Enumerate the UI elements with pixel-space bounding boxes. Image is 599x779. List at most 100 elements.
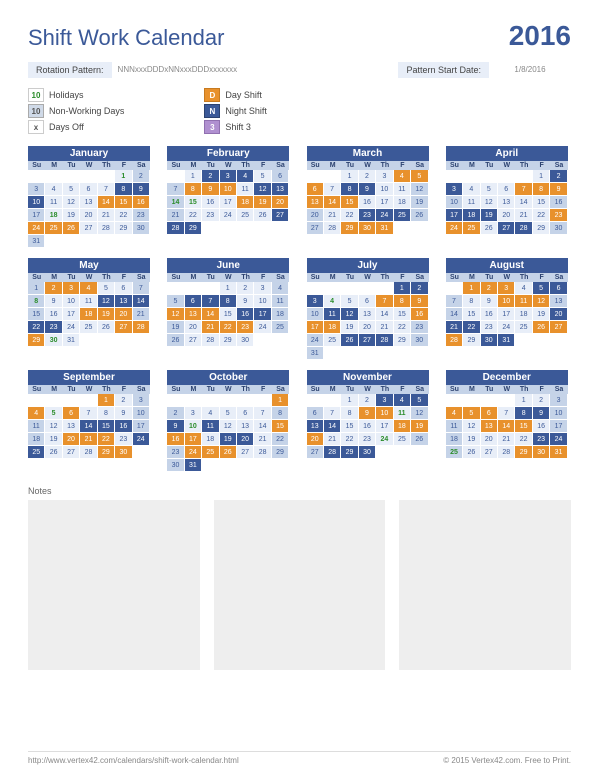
days-grid: 1234567891011121314151617181920212223242… (28, 282, 150, 347)
day-cell: 5 (341, 295, 358, 308)
day-cell: 4 (515, 282, 532, 295)
day-cell: 1 (515, 394, 532, 407)
day-cell: 13 (481, 420, 498, 433)
day-cell: 1 (28, 282, 45, 295)
day-empty (45, 170, 62, 183)
day-cell: 18 (202, 433, 219, 446)
footer-url: http://www.vertex42.com/calendars/shift-… (28, 756, 239, 765)
note-box[interactable] (399, 500, 571, 670)
days-grid: 1234567891011121314151617181920212223242… (28, 170, 150, 248)
notes-heading: Notes (28, 486, 571, 496)
day-cell: 24 (498, 321, 515, 334)
day-empty (167, 394, 184, 407)
dow-row: SuMTuWThFSa (446, 385, 568, 394)
day-cell: 6 (115, 282, 132, 295)
day-cell: 28 (376, 334, 393, 347)
dow-cell: Su (307, 273, 324, 282)
day-cell: 29 (220, 334, 237, 347)
day-cell: 7 (133, 282, 150, 295)
day-empty (185, 282, 202, 295)
day-cell: 21 (324, 433, 341, 446)
day-cell: 14 (254, 420, 271, 433)
day-cell: 3 (376, 170, 393, 183)
day-cell: 25 (272, 321, 289, 334)
day-cell: 29 (341, 446, 358, 459)
day-cell: 5 (533, 282, 550, 295)
dow-cell: Sa (411, 385, 428, 394)
day-cell: 12 (220, 420, 237, 433)
day-cell: 25 (394, 433, 411, 446)
dow-cell: Tu (63, 161, 80, 170)
day-cell: 20 (359, 321, 376, 334)
dow-cell: Th (237, 273, 254, 282)
day-cell: 6 (237, 407, 254, 420)
dow-cell: M (185, 385, 202, 394)
day-cell: 30 (45, 334, 62, 347)
day-cell: 26 (411, 433, 428, 446)
day-cell: 26 (220, 446, 237, 459)
day-cell: 12 (463, 420, 480, 433)
day-cell: 8 (341, 183, 358, 196)
dow-row: SuMTuWThFSa (307, 161, 429, 170)
day-cell: 13 (272, 183, 289, 196)
shift3-label: Shift 3 (225, 122, 251, 132)
day-cell: 15 (515, 420, 532, 433)
day-cell: 18 (237, 196, 254, 209)
day-cell: 23 (115, 433, 132, 446)
day-cell: 23 (481, 321, 498, 334)
day-cell: 29 (515, 446, 532, 459)
dow-cell: F (394, 385, 411, 394)
month-december: DecemberSuMTuWThFSa123456789101112131415… (446, 370, 568, 472)
day-cell: 20 (307, 433, 324, 446)
rotation-input[interactable]: NNNxxxDDDxNNxxxDDDxxxxxxx (112, 62, 264, 78)
note-box[interactable] (214, 500, 386, 670)
day-cell: 21 (80, 433, 97, 446)
day-cell: 8 (98, 407, 115, 420)
day-cell: 21 (202, 321, 219, 334)
dow-row: SuMTuWThFSa (307, 273, 429, 282)
day-cell: 9 (45, 295, 62, 308)
day-cell: 6 (80, 183, 97, 196)
day-cell: 10 (376, 407, 393, 420)
month-name: December (446, 370, 568, 385)
day-cell: 10 (254, 295, 271, 308)
day-cell: 17 (185, 433, 202, 446)
dow-cell: F (115, 161, 132, 170)
dow-cell: F (254, 273, 271, 282)
day-cell: 24 (28, 222, 45, 235)
day-cell: 20 (307, 209, 324, 222)
dow-cell: M (463, 385, 480, 394)
day-cell: 24 (254, 321, 271, 334)
month-name: October (167, 370, 289, 385)
day-cell: 22 (533, 209, 550, 222)
day-cell: 29 (115, 222, 132, 235)
day-cell: 5 (63, 183, 80, 196)
day-cell: 15 (394, 308, 411, 321)
dow-cell: M (45, 273, 62, 282)
day-empty (80, 394, 97, 407)
dow-cell: M (45, 385, 62, 394)
day-empty (202, 394, 219, 407)
month-name: February (167, 146, 289, 161)
day-cell: 7 (324, 183, 341, 196)
day-cell: 28 (254, 446, 271, 459)
dow-cell: F (115, 273, 132, 282)
day-cell: 12 (411, 183, 428, 196)
days-grid: 1234567891011121314151617181920212223242… (307, 282, 429, 360)
day-cell: 13 (307, 196, 324, 209)
start-date-input[interactable]: 1/8/2016 (489, 62, 571, 78)
day-cell: 4 (394, 394, 411, 407)
month-name: April (446, 146, 568, 161)
day-cell: 7 (376, 295, 393, 308)
day-cell: 27 (550, 321, 567, 334)
month-october: OctoberSuMTuWThFSa1234567891011121314151… (167, 370, 289, 472)
day-cell: 11 (80, 295, 97, 308)
day-cell: 2 (533, 394, 550, 407)
dow-cell: Su (446, 385, 463, 394)
note-box[interactable] (28, 500, 200, 670)
day-cell: 19 (63, 209, 80, 222)
day-empty (80, 170, 97, 183)
day-cell: 7 (498, 407, 515, 420)
day-cell: 10 (220, 183, 237, 196)
day-cell: 27 (63, 446, 80, 459)
